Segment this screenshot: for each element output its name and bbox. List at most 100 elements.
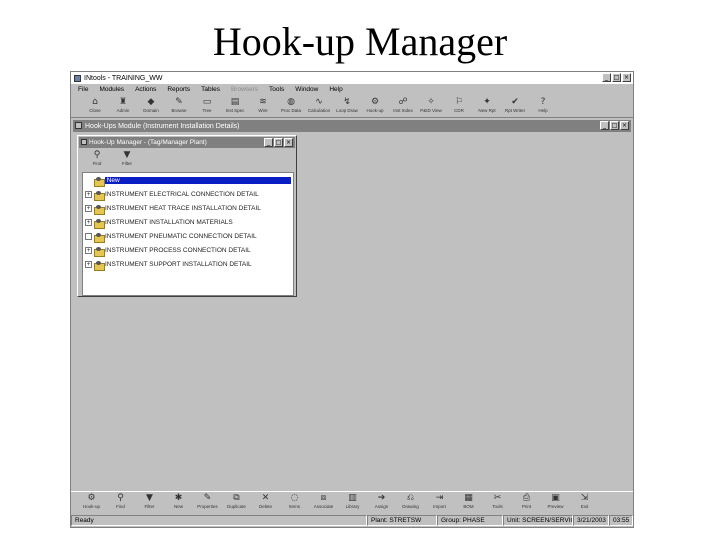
bottom-tool-filter-button[interactable]: ▼ Filter	[135, 492, 164, 514]
items-icon: ◌	[290, 493, 299, 503]
bottom-tool-find-button[interactable]: ⚲ Find	[106, 492, 135, 514]
toolbar-p-id-view-button[interactable]: ✧ P&ID View	[417, 96, 445, 118]
bottom-tool-associate-button[interactable]: ⧈ Associate	[309, 492, 338, 514]
menu-help[interactable]: Help	[329, 86, 342, 93]
bottom-tool-tools-button[interactable]: ✂ Tools	[483, 492, 512, 514]
hookup-close-button[interactable]: ×	[284, 138, 293, 147]
toolbar-loop-draw-button[interactable]: ↯ Loop Draw	[333, 96, 361, 118]
toolbar-cdr-button[interactable]: ⚐ CDR	[445, 96, 473, 118]
child-window-icon[interactable]	[75, 122, 82, 129]
toolbar-domain-button[interactable]: ◆ Domain	[137, 96, 165, 118]
menu-file[interactable]: File	[78, 86, 88, 93]
toolbar-label: Rpt Writer	[504, 108, 526, 113]
toolbar-wire-button[interactable]: ≋ Wire	[249, 96, 277, 118]
menu-browsers[interactable]: Browsers	[231, 86, 258, 93]
hookup-manager-titlebar[interactable]: Hook-Up Manager - (Tag/Manager Plant) _ …	[79, 137, 295, 148]
bottom-tool-label: Exit	[580, 504, 589, 509]
menu-window[interactable]: Window	[295, 86, 318, 93]
child-window-buttons: _ □ ×	[600, 121, 629, 130]
bottom-tool-exit-button[interactable]: ⇲ Exit	[570, 492, 599, 514]
app-icon[interactable]	[74, 74, 81, 82]
toolbar-browse-button[interactable]: ✎ Browse	[165, 96, 193, 118]
bottom-tool-delete-button[interactable]: ✕ Delete	[251, 492, 280, 514]
bottom-tool-bom-button[interactable]: ▦ BOM	[454, 492, 483, 514]
tree-expander-icon[interactable]	[85, 233, 92, 240]
print-icon: ⎙	[522, 493, 531, 503]
bottom-tool-preview-button[interactable]: ▣ Preview	[541, 492, 570, 514]
menu-tools[interactable]: Tools	[269, 86, 284, 93]
bottom-tool-label: Tools	[492, 504, 503, 509]
tree-item[interactable]: + INSTRUMENT HEAT TRACE INSTALLATION DETA…	[85, 203, 291, 215]
tree-item[interactable]: + INSTRUMENT PROCESS CONNECTION DETAIL	[85, 245, 291, 257]
minimize-button[interactable]: _	[602, 73, 611, 82]
hookup-minimize-button[interactable]: _	[264, 138, 273, 147]
hookup-folder-icon	[94, 260, 105, 271]
hm-tool-find-button[interactable]: ⚲ Find	[86, 149, 108, 169]
bottom-tool-new-button[interactable]: ✱ New	[164, 492, 193, 514]
hookup-folder-icon	[94, 232, 105, 243]
toolbar-proc-data-button[interactable]: ◍ Proc Data	[277, 96, 305, 118]
tree-item[interactable]: INSTRUMENT PNEUMATIC CONNECTION DETAIL	[85, 231, 291, 243]
delete-icon: ✕	[261, 493, 270, 503]
tree-item-label: INSTRUMENT HEAT TRACE INSTALLATION DETAI…	[105, 205, 261, 212]
hookup-maximize-button[interactable]: □	[274, 138, 283, 147]
child-minimize-button[interactable]: _	[600, 121, 609, 130]
maximize-button[interactable]: □	[612, 73, 621, 82]
toolbar-rpt-writer-button[interactable]: ✔ Rpt Writer	[501, 96, 529, 118]
tree-expander-icon[interactable]: +	[85, 219, 92, 226]
bottom-tool-hook-up-button[interactable]: ⚙ Hook-up	[77, 492, 106, 514]
bottom-tool-assign-button[interactable]: ➔ Assign	[367, 492, 396, 514]
tree-expander-icon[interactable]: +	[85, 205, 92, 212]
bottom-tool-duplicate-button[interactable]: ⧉ Duplicate	[222, 492, 251, 514]
toolbar-calculation-button[interactable]: ∿ Calculation	[305, 96, 333, 118]
tree-item[interactable]: + INSTRUMENT ELECTRICAL CONNECTION DETAIL	[85, 189, 291, 201]
bottom-tool-library-button[interactable]: ▥ Library	[338, 492, 367, 514]
menu-actions[interactable]: Actions	[135, 86, 156, 93]
child-maximize-button[interactable]: □	[610, 121, 619, 130]
menu-modules[interactable]: Modules	[99, 86, 124, 93]
app-titlebar[interactable]: INtools - TRAINING_WW _ □ ×	[71, 72, 633, 84]
hookup-tree[interactable]: New + INSTRUMENT ELECTRICAL CONNECTION DET…	[82, 172, 294, 296]
tree-item[interactable]: New	[85, 175, 291, 187]
toolbar-admin-button[interactable]: ♜ Admin	[109, 96, 137, 118]
toolbar-inst-index-button[interactable]: ☍ Inst Index	[389, 96, 417, 118]
tree-item[interactable]: + INSTRUMENT INSTALLATION MATERIALS	[85, 217, 291, 229]
filter-icon: ▼	[146, 493, 153, 503]
menu-reports[interactable]: Reports	[167, 86, 190, 93]
child-close-button[interactable]: ×	[620, 121, 629, 130]
toolbar-help-button[interactable]: ? Help	[529, 96, 557, 118]
tree-item-label: INSTRUMENT SUPPORT INSTALLATION DETAIL	[105, 261, 252, 268]
tree-expander-icon[interactable]: +	[85, 247, 92, 254]
toolbar-label: Wire	[258, 108, 268, 113]
hookup-manager-buttons: _ □ ×	[264, 138, 293, 147]
toolbar-tree-button[interactable]: ▭ Tree	[193, 96, 221, 118]
toolbar-new-rpt-button[interactable]: ✦ New Rpt	[473, 96, 501, 118]
library-icon: ▥	[348, 493, 357, 503]
p-id-view-icon: ✧	[427, 97, 435, 107]
bottom-tool-label: Associate	[313, 504, 334, 509]
hookup-manager-icon[interactable]	[81, 139, 87, 145]
loop-draw-icon: ↯	[343, 97, 351, 107]
tree-expander-icon[interactable]: +	[85, 261, 92, 268]
tree-expander-icon[interactable]: +	[85, 191, 92, 198]
bottom-tool-label: BOM	[463, 504, 474, 509]
slide-title: Hook-up Manager	[212, 19, 508, 64]
toolbar-close-button[interactable]: ⌂ Close	[81, 96, 109, 118]
bottom-tool-drawing-button[interactable]: ⎌ Drawing	[396, 492, 425, 514]
bottom-tool-label: Print	[521, 504, 532, 509]
bottom-tool-properties-button[interactable]: ✎ Properties	[193, 492, 222, 514]
menu-tables[interactable]: Tables	[201, 86, 220, 93]
hookup-folder-icon	[94, 246, 105, 257]
hookup-manager-window: Hook-Up Manager - (Tag/Manager Plant) _ …	[77, 135, 297, 297]
child-window-titlebar[interactable]: Hook-Ups Module (Instrument Installation…	[73, 120, 631, 132]
toolbar-inst-spec-button[interactable]: ▤ Inst Spec	[221, 96, 249, 118]
tree-item[interactable]: + INSTRUMENT SUPPORT INSTALLATION DETAIL	[85, 259, 291, 271]
close-button[interactable]: ×	[622, 73, 631, 82]
mdi-workspace: Hook-Ups Module (Instrument Installation…	[73, 120, 631, 488]
status-ready: Ready	[71, 515, 367, 526]
bottom-tool-items-button[interactable]: ◌ Items	[280, 492, 309, 514]
hm-tool-filter-button[interactable]: ▼ Filter	[116, 149, 138, 169]
toolbar-hook-up-button[interactable]: ⚙ Hook-up	[361, 96, 389, 118]
bottom-tool-import-button[interactable]: ⇥ Import	[425, 492, 454, 514]
bottom-tool-print-button[interactable]: ⎙ Print	[512, 492, 541, 514]
